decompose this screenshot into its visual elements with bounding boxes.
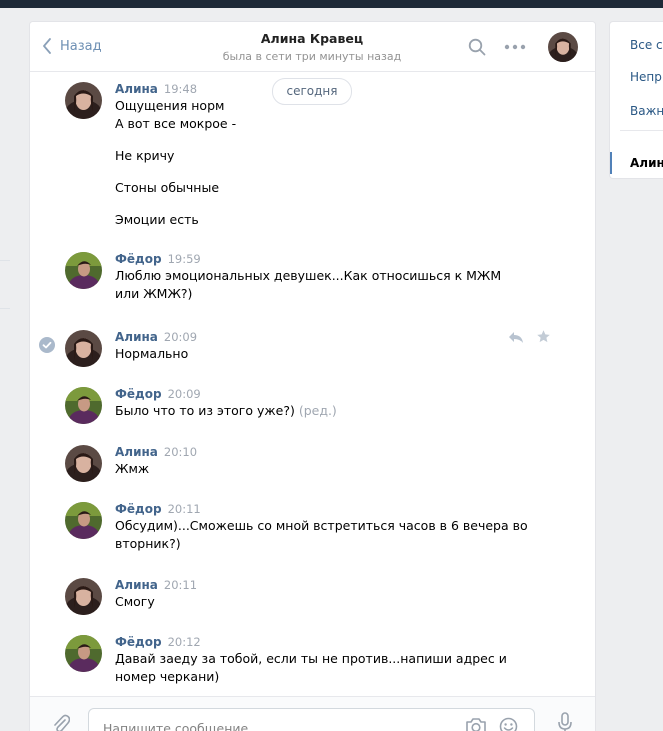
message-author[interactable]: Алина	[115, 330, 158, 344]
left-divider	[0, 308, 10, 309]
message-text: вторник?)	[115, 536, 181, 551]
message-time[interactable]: 20:10	[164, 445, 197, 459]
message-text: Нормально	[115, 346, 189, 361]
author-avatar[interactable]	[65, 252, 102, 289]
author-avatar[interactable]	[65, 635, 102, 672]
message-text: Не кричу	[115, 148, 175, 163]
chat-panel: Назад Алина Кравец была в сети три минут…	[30, 22, 595, 731]
author-avatar[interactable]	[65, 578, 102, 615]
message-text: Жмж	[115, 461, 150, 476]
back-label: Назад	[60, 38, 102, 54]
message-author[interactable]: Фёдор	[115, 502, 162, 516]
message-time[interactable]: 20:11	[168, 502, 201, 516]
chat-title[interactable]: Алина Кравец была в сети три минуты наза…	[200, 31, 424, 63]
star-icon[interactable]	[536, 329, 551, 344]
active-conversation[interactable]: Алин	[630, 156, 663, 170]
contact-name: Алина Кравец	[260, 31, 364, 46]
message-text: Давай заеду за тобой, если ты не против.…	[115, 651, 507, 666]
left-divider	[0, 260, 10, 261]
filter-unread[interactable]: Непр	[630, 70, 662, 84]
divider	[620, 130, 663, 131]
message-input[interactable]	[101, 718, 445, 731]
message-author[interactable]: Фёдор	[115, 387, 162, 401]
filter-all[interactable]: Все с	[630, 38, 663, 52]
author-avatar[interactable]	[65, 330, 102, 367]
message-time[interactable]: 20:11	[164, 578, 197, 592]
message-author[interactable]: Алина	[115, 82, 158, 96]
select-checkbox[interactable]	[39, 337, 55, 353]
author-avatar[interactable]	[65, 502, 102, 539]
message-time[interactable]: 20:09	[164, 330, 197, 344]
search-icon[interactable]	[468, 38, 486, 56]
message-author[interactable]: Фёдор	[115, 252, 162, 266]
online-status: была в сети три минуты назад	[222, 50, 402, 63]
filter-important[interactable]: Важн	[630, 104, 663, 118]
reply-icon[interactable]	[508, 330, 524, 344]
message-text: Обсудим)...Сможешь со мной встретиться ч…	[115, 518, 528, 533]
message-history[interactable]: сегодня Алина 19:48 Ощущения норм А вот в…	[30, 72, 595, 695]
message-text: Смогу	[115, 594, 155, 609]
message-time[interactable]: 19:59	[168, 252, 201, 266]
message-text: Эмоции есть	[115, 212, 199, 227]
message-text: номер черкани)	[115, 669, 220, 684]
message-author[interactable]: Алина	[115, 445, 158, 459]
checkmark-icon	[42, 341, 52, 349]
chevron-left-icon	[43, 38, 51, 54]
message-time[interactable]: 20:12	[168, 635, 201, 649]
active-indicator	[610, 152, 612, 174]
microphone-icon[interactable]	[558, 712, 572, 731]
chat-header: Назад Алина Кравец была в сети три минут…	[30, 22, 595, 72]
message-text: Ощущения норм	[115, 98, 225, 113]
author-avatar[interactable]	[65, 387, 102, 424]
message-time[interactable]: 19:48	[164, 82, 197, 96]
author-avatar[interactable]	[65, 82, 102, 119]
window-top-strip	[0, 0, 663, 8]
message-input-box[interactable]	[88, 708, 535, 731]
message-time[interactable]: 20:09	[168, 387, 201, 401]
message-author[interactable]: Алина	[115, 578, 158, 592]
edited-mark: (ред.)	[298, 403, 337, 418]
composer	[30, 696, 595, 731]
more-options-icon[interactable]	[504, 44, 526, 50]
author-avatar[interactable]	[65, 445, 102, 482]
message-text: или ЖМЖ?)	[115, 286, 193, 301]
camera-icon[interactable]	[465, 717, 487, 731]
contact-avatar[interactable]	[548, 32, 578, 62]
message-text: Люблю эмоциональных девушек...Как относи…	[115, 268, 502, 283]
back-button[interactable]: Назад	[42, 36, 102, 56]
emoji-icon[interactable]	[499, 717, 518, 731]
message-text: Было что то из этого уже?)	[115, 403, 295, 418]
conversation-filters: Все с Непр Важн Алин	[610, 22, 663, 178]
message-author[interactable]: Фёдор	[115, 635, 162, 649]
paperclip-icon[interactable]	[52, 714, 70, 731]
message-text: А вот все мокрое -	[115, 116, 237, 131]
message-text: Стоны обычные	[115, 180, 220, 195]
